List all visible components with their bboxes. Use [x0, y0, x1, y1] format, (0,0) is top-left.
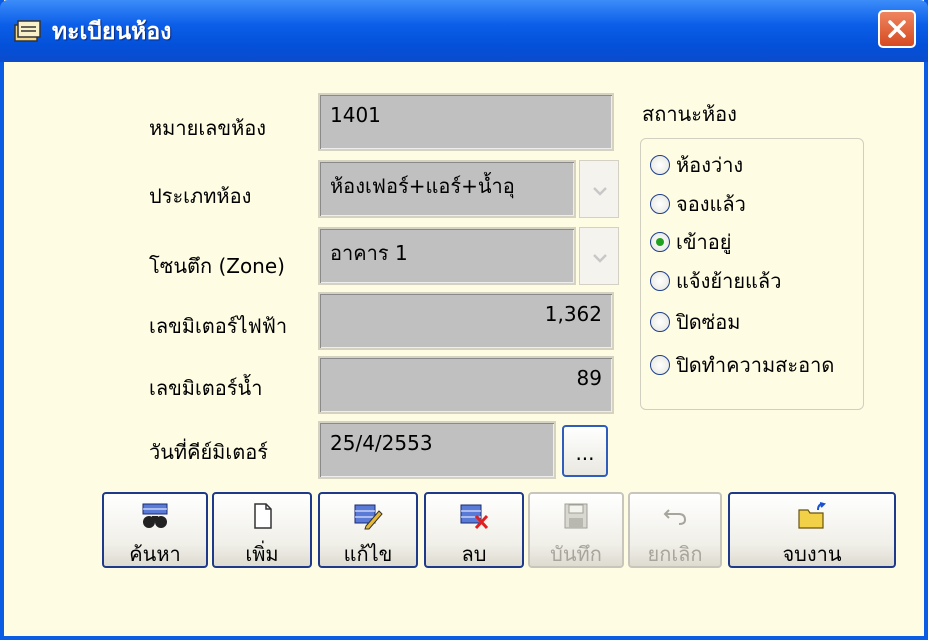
water-meter-label: เลขมิเตอร์น้ำ [149, 376, 263, 400]
search-button-label: ค้นหา [129, 542, 181, 566]
date-picker-button[interactable]: ... [562, 425, 608, 477]
radio-label: แจ้งย้ายแล้ว [676, 269, 782, 293]
status-option-vacant[interactable]: ห้องว่าง [650, 150, 743, 180]
room-number-input[interactable]: 1401 [318, 93, 614, 151]
status-group-title: สถานะห้อง [642, 102, 737, 126]
cancel-button[interactable]: ยกเลิก [628, 492, 722, 568]
room-type-dropdown-button[interactable] [579, 160, 619, 218]
edit-button[interactable]: แก้ไข [318, 492, 418, 568]
title-bar[interactable]: ทะเบียนห้อง [0, 0, 928, 62]
edit-button-label: แก้ไข [343, 542, 393, 566]
close-button[interactable] [878, 10, 916, 48]
save-button[interactable]: บันทึก [528, 492, 624, 568]
radio-label: เข้าอยู่ [676, 230, 732, 254]
meter-date-input[interactable]: 25/4/2553 [318, 421, 556, 479]
delete-button[interactable]: ลบ [424, 492, 524, 568]
radio-button[interactable] [650, 312, 670, 332]
add-button[interactable]: เพิ่ม [212, 492, 312, 568]
folder-exit-icon [798, 502, 826, 529]
new-document-icon [254, 503, 272, 529]
radio-label: ปิดทำความสะอาด [676, 353, 835, 377]
meter-date-label: วันที่คีย์มิเตอร์ [149, 440, 268, 464]
add-button-label: เพิ่ม [245, 542, 279, 566]
floppy-disk-icon [564, 503, 588, 529]
save-button-label: บันทึก [550, 542, 602, 566]
room-number-label: หมายเลขห้อง [149, 116, 267, 140]
search-button[interactable]: ค้นหา [102, 492, 208, 568]
close-icon [888, 20, 906, 38]
water-meter-input[interactable]: 89 [318, 356, 614, 414]
room-type-select[interactable]: ห้องเฟอร์+แอร์+น้ำอุ [318, 160, 576, 218]
chevron-down-icon [593, 254, 607, 263]
radio-button[interactable] [650, 271, 670, 291]
electric-meter-input[interactable]: 1,362 [318, 292, 614, 350]
edit-pencil-icon [354, 504, 383, 530]
zone-dropdown-button[interactable] [579, 227, 619, 285]
undo-arrow-icon [663, 509, 687, 525]
zone-label: โซนตึก (Zone) [149, 254, 285, 278]
zone-select[interactable]: อาคาร 1 [318, 227, 576, 285]
binoculars-icon [142, 503, 168, 528]
radio-label: ปิดซ่อม [676, 310, 741, 334]
status-option-occupied[interactable]: เข้าอยู่ [650, 227, 731, 257]
radio-button-selected[interactable] [650, 232, 670, 252]
radio-label: จองแล้ว [676, 192, 746, 216]
cancel-button-label: ยกเลิก [647, 542, 703, 566]
electric-meter-label: เลขมิเตอร์ไฟฟ้า [149, 314, 288, 338]
status-option-under-repair[interactable]: ปิดซ่อม [650, 307, 740, 337]
chevron-down-icon [593, 187, 607, 196]
exit-button-label: จบงาน [782, 542, 842, 566]
delete-button-label: ลบ [461, 542, 487, 566]
status-option-reserved[interactable]: จองแล้ว [650, 189, 746, 219]
room-type-label: ประเภทห้อง [149, 184, 252, 208]
radio-button[interactable] [650, 155, 670, 175]
drawer-icon [14, 20, 41, 42]
radio-button[interactable] [650, 194, 670, 214]
window-title: ทะเบียนห้อง [52, 19, 172, 45]
exit-button[interactable]: จบงาน [728, 492, 896, 568]
status-option-cleaning[interactable]: ปิดทำความสะอาด [650, 350, 834, 380]
radio-label: ห้องว่าง [676, 153, 744, 177]
delete-icon [460, 504, 489, 530]
radio-button[interactable] [650, 355, 670, 375]
room-registration-window: ทะเบียนห้อง หมายเลขห้อง ประเภทห้อง โซนตึ… [0, 0, 928, 640]
status-option-move-out-notified[interactable]: แจ้งย้ายแล้ว [650, 266, 781, 296]
